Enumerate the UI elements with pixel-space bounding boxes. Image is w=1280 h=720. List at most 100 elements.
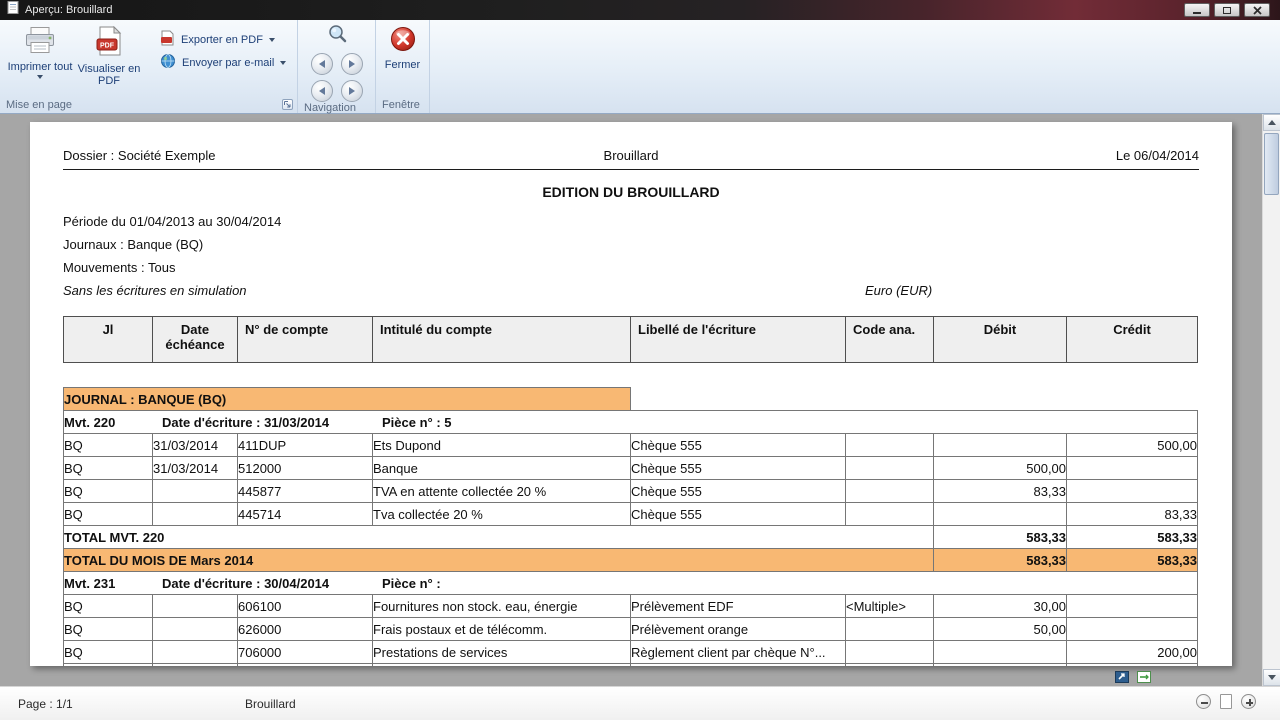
ribbon-group-window: Fermer Fenêtre xyxy=(376,20,430,113)
maximize-icon xyxy=(1223,6,1231,14)
total-month-row: TOTAL DU MOIS DE Mars 2014 583,33 583,33 xyxy=(62,548,1199,572)
scroll-down-icon xyxy=(1268,675,1276,680)
cell-code-ana xyxy=(845,502,935,526)
zoom-level-indicator[interactable] xyxy=(1220,694,1232,709)
group-label-navigation: Navigation xyxy=(298,102,375,114)
close-icon xyxy=(1252,5,1262,15)
export-pdf-dropdown-icon xyxy=(268,38,275,42)
zoom-in-button[interactable] xyxy=(1241,694,1256,709)
minimize-button[interactable] xyxy=(1184,3,1210,17)
cell-debit: 83,33 xyxy=(933,479,1068,503)
window-title: Aperçu: Brouillard xyxy=(25,4,113,16)
scroll-up-button[interactable] xyxy=(1263,114,1280,131)
print-all-button[interactable]: Imprimer tout xyxy=(4,23,76,79)
zoom-out-button[interactable] xyxy=(1196,694,1211,709)
cell-code-ana: <Multiple> xyxy=(845,594,935,618)
app-window: Aperçu: Brouillard Imprimer tout PDF Vis… xyxy=(0,0,1280,720)
cell-jl: BQ xyxy=(63,433,153,457)
cell-compte: 512000 xyxy=(237,456,373,480)
cell-libelle: Prélèvement orange xyxy=(630,617,847,641)
first-page-button[interactable] xyxy=(310,53,333,75)
entry-row: BQ 445714 Tva collectée 20 % Chèque 555 … xyxy=(63,502,1199,526)
cell-intitule xyxy=(371,663,632,666)
col-header-date-echeance: Date échéance xyxy=(152,316,238,363)
document-page: Dossier : Société Exemple Brouillard Le … xyxy=(30,122,1232,666)
cell-code-ana xyxy=(845,640,935,664)
send-email-button[interactable]: Envoyer par e-mail xyxy=(156,53,290,73)
fit-page-button[interactable] xyxy=(1135,668,1152,685)
ribbon-group-navigation: Navigation xyxy=(298,20,376,114)
cell-libelle: Chèque 555 xyxy=(630,502,847,526)
cell-libelle xyxy=(630,663,847,666)
maximize-button[interactable] xyxy=(1214,3,1240,17)
cell-libelle: Prélèvement EDF xyxy=(630,594,847,618)
cell-compte: 706000 xyxy=(237,640,373,664)
mvt-date: Date d'écriture : 30/04/2014 xyxy=(162,575,330,591)
journal-band: JOURNAL : BANQUE (BQ) xyxy=(62,387,632,411)
cell-compte: 606100 xyxy=(237,594,373,618)
next-page-icon xyxy=(348,60,355,68)
cell-jl: BQ xyxy=(63,456,153,480)
cell-compte xyxy=(237,663,373,666)
cell-intitule: TVA en attente collectée 20 % xyxy=(371,479,632,503)
entry-row: BQ 706000 Prestations de services Règlem… xyxy=(63,640,1199,664)
group-label-navigation-text: Navigation xyxy=(304,102,356,114)
send-email-label: Envoyer par e-mail xyxy=(182,57,275,69)
col-header-code-ana: Code ana. xyxy=(845,316,934,363)
last-page-button[interactable] xyxy=(340,80,363,102)
close-button[interactable] xyxy=(1244,3,1270,17)
dossier-label: Dossier : Société Exemple xyxy=(63,148,216,163)
document-title: EDITION DU BROUILLARD xyxy=(542,184,720,200)
col-header-compte: N° de compte xyxy=(237,316,373,363)
scroll-down-button[interactable] xyxy=(1263,669,1280,686)
export-pdf-icon xyxy=(160,30,175,51)
mvt-piece: Pièce n° : xyxy=(382,575,441,591)
svg-text:PDF: PDF xyxy=(100,43,115,50)
zoom-controls xyxy=(1196,694,1256,709)
total-month-label: TOTAL DU MOIS DE Mars 2014 xyxy=(62,548,935,572)
group-label-window: Fenêtre xyxy=(376,97,429,113)
navigation-buttons xyxy=(310,53,363,102)
next-page-button[interactable] xyxy=(340,53,363,75)
view-pdf-button[interactable]: PDF Visualiser en PDF xyxy=(76,23,142,87)
cell-jl: BQ xyxy=(63,502,153,526)
email-globe-icon xyxy=(160,53,176,74)
dialog-launcher-icon xyxy=(284,101,291,108)
scrollbar-thumb[interactable] xyxy=(1264,133,1279,195)
cell-libelle: Chèque 555 xyxy=(630,456,847,480)
movements-line: Mouvements : Tous xyxy=(63,260,176,275)
document-name: Brouillard xyxy=(245,697,296,711)
col-header-intitule: Intitulé du compte xyxy=(372,316,631,363)
zoom-magnifier-icon[interactable] xyxy=(326,24,348,49)
dialog-launcher-button[interactable] xyxy=(282,99,293,110)
journal-band-row: JOURNAL : BANQUE (BQ) xyxy=(62,387,1198,411)
entry-row-partial xyxy=(63,663,1199,666)
total-mvt-credit: 583,33 xyxy=(1066,525,1199,549)
report-name: Brouillard xyxy=(603,148,659,163)
cell-code-ana xyxy=(845,663,935,666)
cell-debit: 500,00 xyxy=(933,456,1068,480)
actual-size-button[interactable] xyxy=(1113,668,1130,685)
vertical-scrollbar[interactable] xyxy=(1262,114,1280,686)
total-month-debit: 583,33 xyxy=(933,548,1068,572)
cell-libelle: Règlement client par chèque N°... xyxy=(630,640,847,664)
ribbon-group-page-setup: Imprimer tout PDF Visualiser en PDF Expo… xyxy=(0,20,298,113)
cell-intitule: Fournitures non stock. eau, énergie xyxy=(371,594,632,618)
view-pdf-label: Visualiser en PDF xyxy=(77,63,141,87)
ribbon-toolbar: Imprimer tout PDF Visualiser en PDF Expo… xyxy=(0,20,1280,114)
cell-date xyxy=(152,502,238,526)
previous-page-button[interactable] xyxy=(310,80,333,102)
cell-date xyxy=(152,640,238,664)
cell-code-ana xyxy=(845,617,935,641)
app-icon xyxy=(7,1,19,19)
cell-date xyxy=(152,479,238,503)
cell-compte: 411DUP xyxy=(237,433,373,457)
entry-row: BQ 445877 TVA en attente collectée 20 % … xyxy=(63,479,1199,503)
export-pdf-button[interactable]: Exporter en PDF xyxy=(156,30,290,50)
caption-buttons xyxy=(1184,3,1270,17)
cell-date xyxy=(152,594,238,618)
close-preview-button[interactable]: Fermer xyxy=(380,23,425,71)
cell-date xyxy=(152,663,238,666)
cell-debit xyxy=(933,640,1068,664)
preview-area[interactable]: Dossier : Société Exemple Brouillard Le … xyxy=(0,114,1280,686)
